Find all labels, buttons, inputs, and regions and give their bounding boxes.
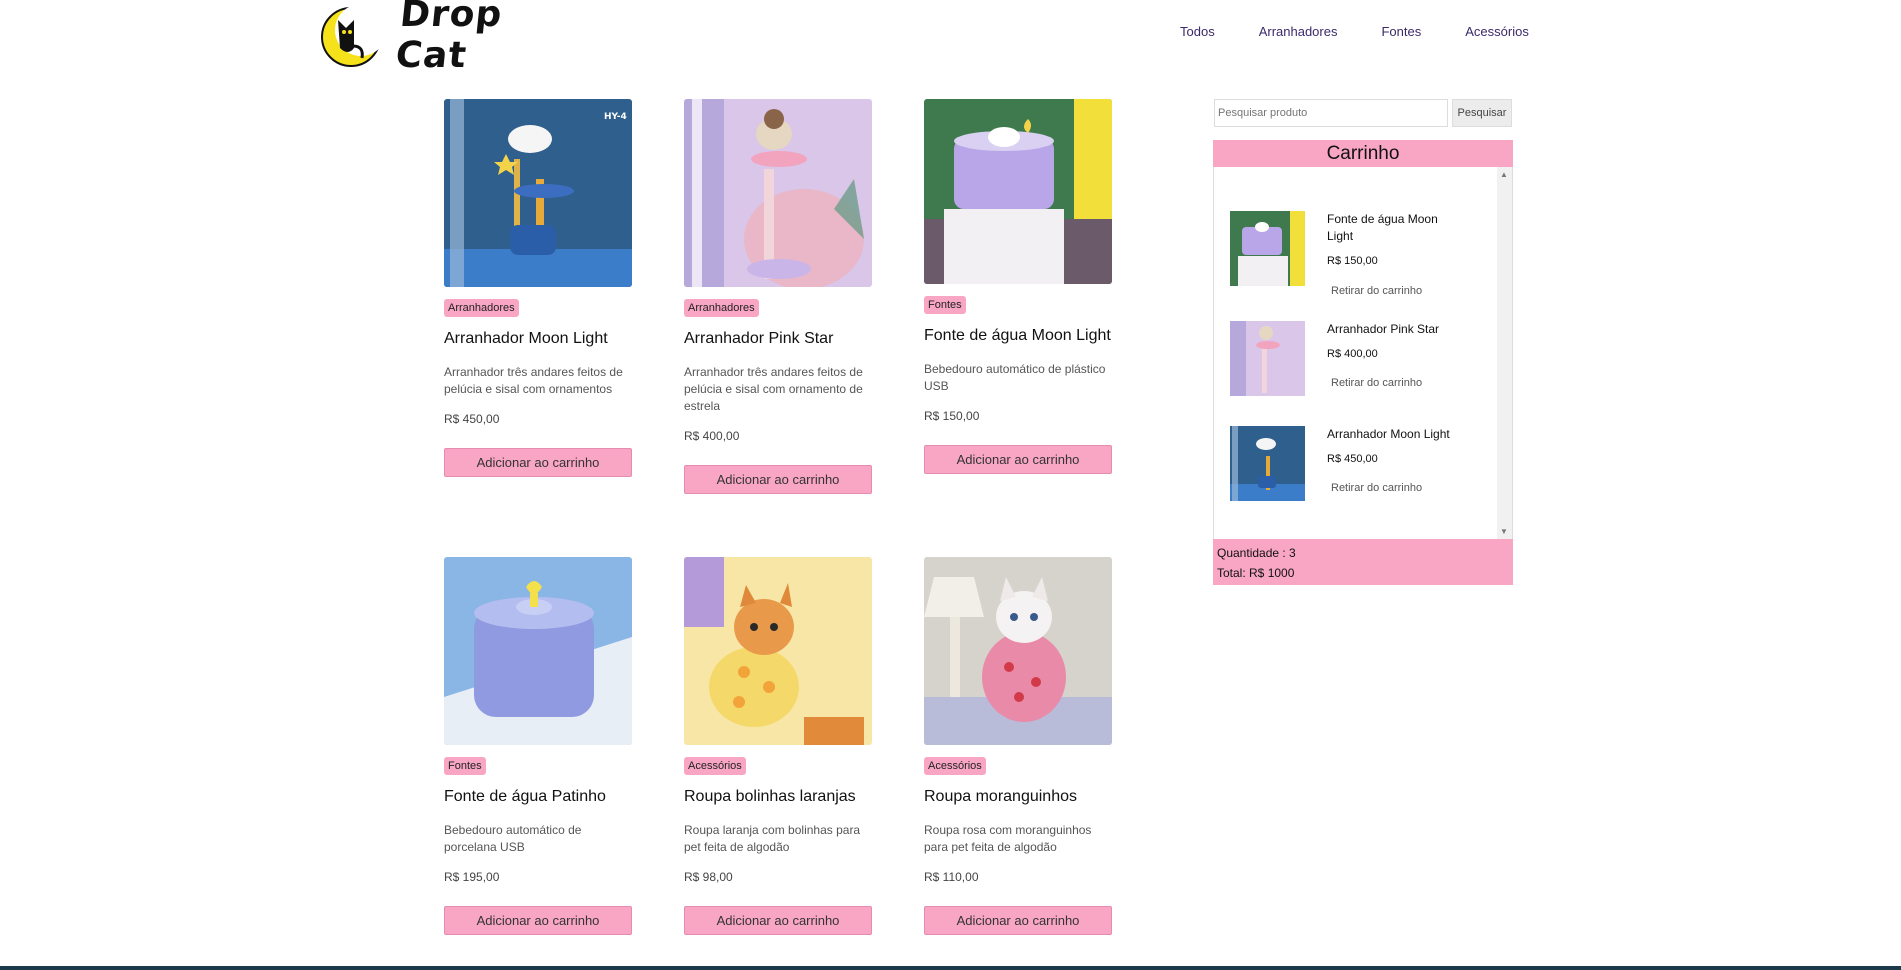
product-price: R$ 195,00 [444, 870, 500, 884]
product-image[interactable] [444, 557, 632, 745]
cart-title: Carrinho [1213, 140, 1513, 167]
product-title: Roupa bolinhas laranjas [684, 788, 856, 805]
product-price: R$ 450,00 [444, 412, 500, 426]
remove-from-cart-link[interactable]: Retirar do carrinho [1331, 482, 1422, 494]
add-to-cart-button[interactable]: Adicionar ao carrinho [924, 906, 1112, 935]
cart-item-thumb [1230, 426, 1305, 501]
product-image[interactable]: HY-4 [444, 99, 632, 287]
product-description: Roupa laranja com bolinhas para pet feit… [684, 823, 861, 854]
nav-arranhadores[interactable]: Arranhadores [1259, 24, 1338, 39]
site-header: Drop Cat Todos Arranhadores Fontes Acess… [0, 0, 1901, 76]
product-description: Arranhador três andares feitos de pelúci… [684, 365, 863, 413]
product-price: R$ 150,00 [924, 409, 980, 423]
category-badge: Acessórios [924, 757, 986, 775]
cart-item-price: R$ 400,00 [1327, 348, 1378, 360]
product-card: Fontes Fonte de água Patinho Bebedouro a… [444, 557, 632, 935]
product-price: R$ 98,00 [684, 870, 733, 884]
product-title: Roupa moranguinhos [924, 788, 1077, 805]
product-image[interactable] [684, 99, 872, 287]
product-card: Acessórios Roupa moranguinhos Roupa rosa… [924, 557, 1112, 935]
cart-item: Arranhador Pink Star R$ 400,00 Retirar d… [1230, 321, 1490, 401]
add-to-cart-button[interactable]: Adicionar ao carrinho [444, 448, 632, 477]
nav-acessorios[interactable]: Acessórios [1465, 24, 1529, 39]
product-card: Acessórios Roupa bolinhas laranjas Roupa… [684, 557, 872, 935]
cart-item-thumb [1230, 211, 1305, 286]
cart-summary: Quantidade : 3 Total: R$ 1000 [1213, 539, 1513, 585]
cart-item-price: R$ 450,00 [1327, 453, 1378, 465]
cart-panel: Carrinho Fonte de água Moon Light R$ 150… [1213, 140, 1513, 585]
cart-item-name: Fonte de água Moon Light [1327, 212, 1438, 243]
cart-item: Fonte de água Moon Light R$ 150,00 Retir… [1230, 211, 1490, 297]
cart-item-price: R$ 150,00 [1327, 255, 1378, 267]
product-price: R$ 400,00 [684, 429, 740, 443]
search-button[interactable]: Pesquisar [1452, 99, 1512, 127]
nav-fontes[interactable]: Fontes [1381, 24, 1421, 39]
remove-from-cart-link[interactable]: Retirar do carrinho [1331, 377, 1422, 389]
product-title: Fonte de água Moon Light [924, 327, 1111, 344]
product-image-tag: HY-4 [604, 112, 627, 122]
product-title: Arranhador Pink Star [684, 330, 834, 347]
product-image[interactable] [924, 99, 1112, 284]
add-to-cart-button[interactable]: Adicionar ao carrinho [684, 465, 872, 494]
cart-item-name: Arranhador Moon Light [1327, 427, 1450, 441]
main-nav: Todos Arranhadores Fontes Acessórios [1180, 24, 1529, 39]
cat-moon-logo-icon [318, 2, 387, 68]
cart-scrollbar[interactable]: ▲ ▼ [1497, 167, 1512, 539]
cart-item-name: Arranhador Pink Star [1327, 322, 1440, 336]
scroll-up-icon[interactable]: ▲ [1500, 170, 1508, 179]
category-badge: Fontes [924, 296, 966, 314]
product-description: Bebedouro automático de plástico USB [924, 362, 1106, 393]
category-badge: Acessórios [684, 757, 746, 775]
product-title: Arranhador Moon Light [444, 330, 608, 347]
product-card: HY-4 Arranhadores Arranhador Moon Light … [444, 99, 632, 477]
brand-name: Drop Cat [393, 0, 505, 76]
cart-item: Arranhador Moon Light R$ 450,00 Retirar … [1230, 426, 1490, 506]
product-description: Bebedouro automático de porcelana USB [444, 823, 582, 854]
add-to-cart-button[interactable]: Adicionar ao carrinho [924, 445, 1112, 474]
product-card: Fontes Fonte de água Moon Light Bebedour… [924, 99, 1112, 474]
page-bottom-border [0, 966, 1901, 970]
add-to-cart-button[interactable]: Adicionar ao carrinho [684, 906, 872, 935]
search-bar: Pesquisar [1214, 99, 1512, 127]
product-title: Fonte de água Patinho [444, 788, 606, 805]
product-description: Arranhador três andares feitos de pelúci… [444, 365, 623, 396]
nav-todos[interactable]: Todos [1180, 24, 1215, 39]
category-badge: Fontes [444, 757, 486, 775]
product-description: Roupa rosa com moranguinhos para pet fei… [924, 823, 1092, 854]
product-image[interactable] [684, 557, 872, 745]
cart-item-thumb [1230, 321, 1305, 396]
product-image[interactable] [924, 557, 1112, 745]
cart-list: Fonte de água Moon Light R$ 150,00 Retir… [1213, 167, 1513, 539]
category-badge: Arranhadores [444, 299, 519, 317]
cart-total: Total: R$ 1000 [1217, 566, 1295, 580]
search-input[interactable] [1214, 99, 1448, 127]
add-to-cart-button[interactable]: Adicionar ao carrinho [444, 906, 632, 935]
scroll-down-icon[interactable]: ▼ [1500, 527, 1508, 536]
category-badge: Arranhadores [684, 299, 759, 317]
product-price: R$ 110,00 [924, 870, 979, 884]
remove-from-cart-link[interactable]: Retirar do carrinho [1331, 285, 1422, 297]
cart-quantity: Quantidade : 3 [1217, 546, 1296, 560]
product-card: Arranhadores Arranhador Pink Star Arranh… [684, 99, 872, 494]
brand-logo[interactable]: Drop Cat [318, 0, 528, 76]
